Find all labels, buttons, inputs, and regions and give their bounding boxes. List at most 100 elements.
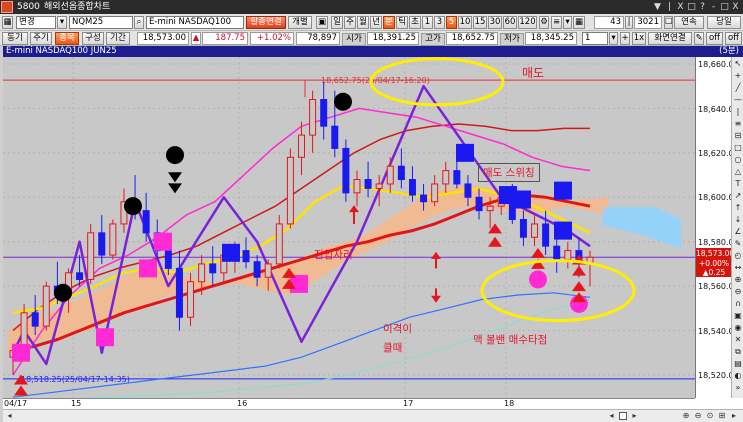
cycle-button[interactable]: 주기 bbox=[30, 32, 52, 45]
symbol-input[interactable]: NQM25 bbox=[69, 16, 133, 29]
hline-tool-icon[interactable]: — bbox=[733, 95, 743, 105]
search-icon[interactable]: ⌕ bbox=[134, 16, 144, 29]
interval-30[interactable]: 30 bbox=[488, 16, 502, 29]
interval-120[interactable]: 120 bbox=[518, 16, 537, 29]
color-tool-icon[interactable]: ◐ bbox=[733, 371, 743, 381]
fit-icon[interactable]: ⊞ bbox=[717, 410, 727, 422]
continuous-button[interactable]: 연속 bbox=[674, 16, 704, 29]
zoom-out-icon[interactable]: ⊖ bbox=[693, 410, 703, 422]
spin-input[interactable]: 1 bbox=[582, 32, 608, 45]
scroll-left-icon[interactable]: ◂ bbox=[5, 411, 14, 421]
down-arrow-tool-icon[interactable]: ↓ bbox=[733, 215, 743, 225]
period-button[interactable]: 기간 bbox=[106, 32, 130, 45]
signal-red-up-11 bbox=[572, 265, 586, 276]
grid-icon[interactable]: ▦ bbox=[2, 16, 13, 29]
toggle-off-1[interactable]: off bbox=[706, 32, 723, 45]
chevron-down-icon-2[interactable]: ▾ bbox=[563, 16, 572, 29]
triangle-tool-icon[interactable]: △ bbox=[733, 167, 743, 177]
lock-tool-icon[interactable]: ▣ bbox=[733, 311, 743, 321]
close-icon[interactable]: X bbox=[730, 1, 741, 13]
arrow-tool-icon[interactable]: ↗ bbox=[733, 191, 743, 201]
close-group-icon[interactable]: X bbox=[675, 1, 686, 13]
eye-tool-icon[interactable]: ◉ bbox=[733, 323, 743, 333]
pen-tool-icon[interactable]: ✎ bbox=[733, 239, 743, 249]
lock-icon[interactable]: ▣ bbox=[316, 16, 328, 29]
interval-10[interactable]: 10 bbox=[458, 16, 472, 29]
more-tool-icon[interactable]: » bbox=[733, 383, 743, 393]
minimize-icon[interactable]: - bbox=[708, 1, 719, 13]
interval-60[interactable]: 60 bbox=[503, 16, 517, 29]
candle-body-24 bbox=[275, 223, 283, 265]
chart-scrollbar[interactable]: ◂ ◂ ▸ ⊕ ⊖ ⊙ ⊞ ▸ bbox=[3, 409, 743, 422]
interval-3[interactable]: 3 bbox=[434, 16, 445, 29]
chevron-down-icon[interactable]: ▾ bbox=[57, 16, 67, 29]
crosshair-tool-icon[interactable]: + bbox=[733, 71, 743, 81]
text-tool-icon[interactable]: T bbox=[733, 179, 743, 189]
period-day[interactable]: 일 bbox=[331, 16, 343, 29]
zoom-in-tool-icon[interactable]: ⊕ bbox=[733, 275, 743, 285]
delete-tool-icon[interactable]: ✕ bbox=[733, 335, 743, 345]
signal-magenta-square-4 bbox=[154, 232, 172, 251]
vline-tool-icon[interactable]: | bbox=[733, 107, 743, 117]
toggle-off-2[interactable]: off bbox=[725, 32, 742, 45]
rect-tool-icon[interactable]: □ bbox=[733, 143, 743, 153]
zoom-out-tool-icon[interactable]: ⊖ bbox=[733, 287, 743, 297]
count-input[interactable]: 43 bbox=[594, 16, 624, 29]
list-icon[interactable]: ≡ bbox=[551, 16, 562, 29]
save-tool-icon[interactable]: ▤ bbox=[733, 359, 743, 369]
config-button[interactable]: 구성 bbox=[82, 32, 104, 45]
measure-tool-icon[interactable]: ↔ bbox=[733, 263, 743, 273]
magnet-tool-icon[interactable]: ∩ bbox=[733, 299, 743, 309]
screen-link-button[interactable]: 화면연결 bbox=[648, 32, 692, 45]
maximize-icon[interactable]: □ bbox=[719, 1, 730, 13]
interval-15[interactable]: 15 bbox=[473, 16, 487, 29]
total-count[interactable]: 3021 bbox=[634, 16, 662, 29]
item-button[interactable]: 종목 bbox=[55, 32, 79, 45]
interval-1[interactable]: 1 bbox=[422, 16, 433, 29]
pencil-icon[interactable]: ✎ bbox=[694, 32, 704, 45]
add-icon[interactable]: + bbox=[620, 32, 630, 45]
period-year[interactable]: 년 bbox=[370, 16, 382, 29]
interval-5[interactable]: 5 bbox=[446, 16, 457, 29]
check-icon[interactable]: ☐ bbox=[664, 16, 673, 29]
dropdown-icon[interactable]: ▼ bbox=[652, 1, 663, 13]
scroll-right-icon[interactable]: ▸ bbox=[630, 411, 639, 421]
scroll-left-icon-2[interactable]: ◂ bbox=[607, 411, 616, 421]
grid-icon-2[interactable]: ▦ bbox=[573, 16, 585, 29]
chart-period-label: (5분) bbox=[719, 46, 739, 56]
price-chart[interactable]: 18,652.75(25/04/17-16:20) 18,518.25(25/04… bbox=[3, 57, 695, 398]
sync-button[interactable]: 동기 bbox=[2, 32, 28, 45]
copy-tool-icon[interactable]: ⧉ bbox=[733, 347, 743, 357]
chart-canvas[interactable]: 18,652.75(25/04/17-16:20) 18,518.25(25/04… bbox=[3, 57, 695, 398]
current-day-button[interactable]: 당일 bbox=[707, 16, 741, 29]
cycle-tool-icon[interactable]: ◴ bbox=[733, 251, 743, 261]
period-second[interactable]: 초 bbox=[409, 16, 421, 29]
period-week[interactable]: 주 bbox=[344, 16, 356, 29]
sync-link-button[interactable]: 할종연결 bbox=[246, 16, 286, 29]
drawing-tools-rail: ↖ + ╱ — | ≡ ⊟ □ ○ △ T ↗ ↑ ↓ ∠ ✎ ◴ ↔ ⊕ ⊖ … bbox=[731, 57, 743, 398]
help-icon[interactable]: ? bbox=[697, 1, 708, 13]
zoom-reset-icon[interactable]: ⊙ bbox=[705, 410, 715, 422]
channel-tool-icon[interactable]: ≡ bbox=[733, 119, 743, 129]
period-month[interactable]: 월 bbox=[357, 16, 369, 29]
scroll-end-icon[interactable]: ▸ bbox=[729, 410, 739, 422]
up-arrow-tool-icon[interactable]: ↑ bbox=[733, 203, 743, 213]
cursor-tool-icon[interactable]: ↖ bbox=[733, 59, 743, 69]
individual-button[interactable]: 개별 bbox=[288, 16, 312, 29]
period-minute[interactable]: 분 bbox=[383, 16, 395, 29]
zoom-in-icon[interactable]: ⊕ bbox=[681, 410, 691, 422]
fibo-tool-icon[interactable]: ⊟ bbox=[733, 131, 743, 141]
type-select[interactable]: 변경 bbox=[16, 16, 56, 29]
ellipse-tool-icon[interactable]: ○ bbox=[733, 155, 743, 165]
restore-icon[interactable]: □ bbox=[686, 1, 697, 13]
zoom-1x-button[interactable]: 1x bbox=[632, 32, 646, 45]
arrow-gap-down-head bbox=[431, 295, 441, 303]
candle-body-36 bbox=[408, 179, 416, 196]
chevron-down-icon-3[interactable]: ▾ bbox=[609, 32, 618, 45]
trendline-tool-icon[interactable]: ╱ bbox=[733, 83, 743, 93]
settings-icon[interactable]: ⚙ bbox=[539, 16, 549, 29]
angle-tool-icon[interactable]: ∠ bbox=[733, 227, 743, 237]
signal-blue-square-5 bbox=[554, 181, 572, 200]
scroll-thumb[interactable] bbox=[619, 412, 627, 420]
period-tick[interactable]: 틱 bbox=[396, 16, 408, 29]
